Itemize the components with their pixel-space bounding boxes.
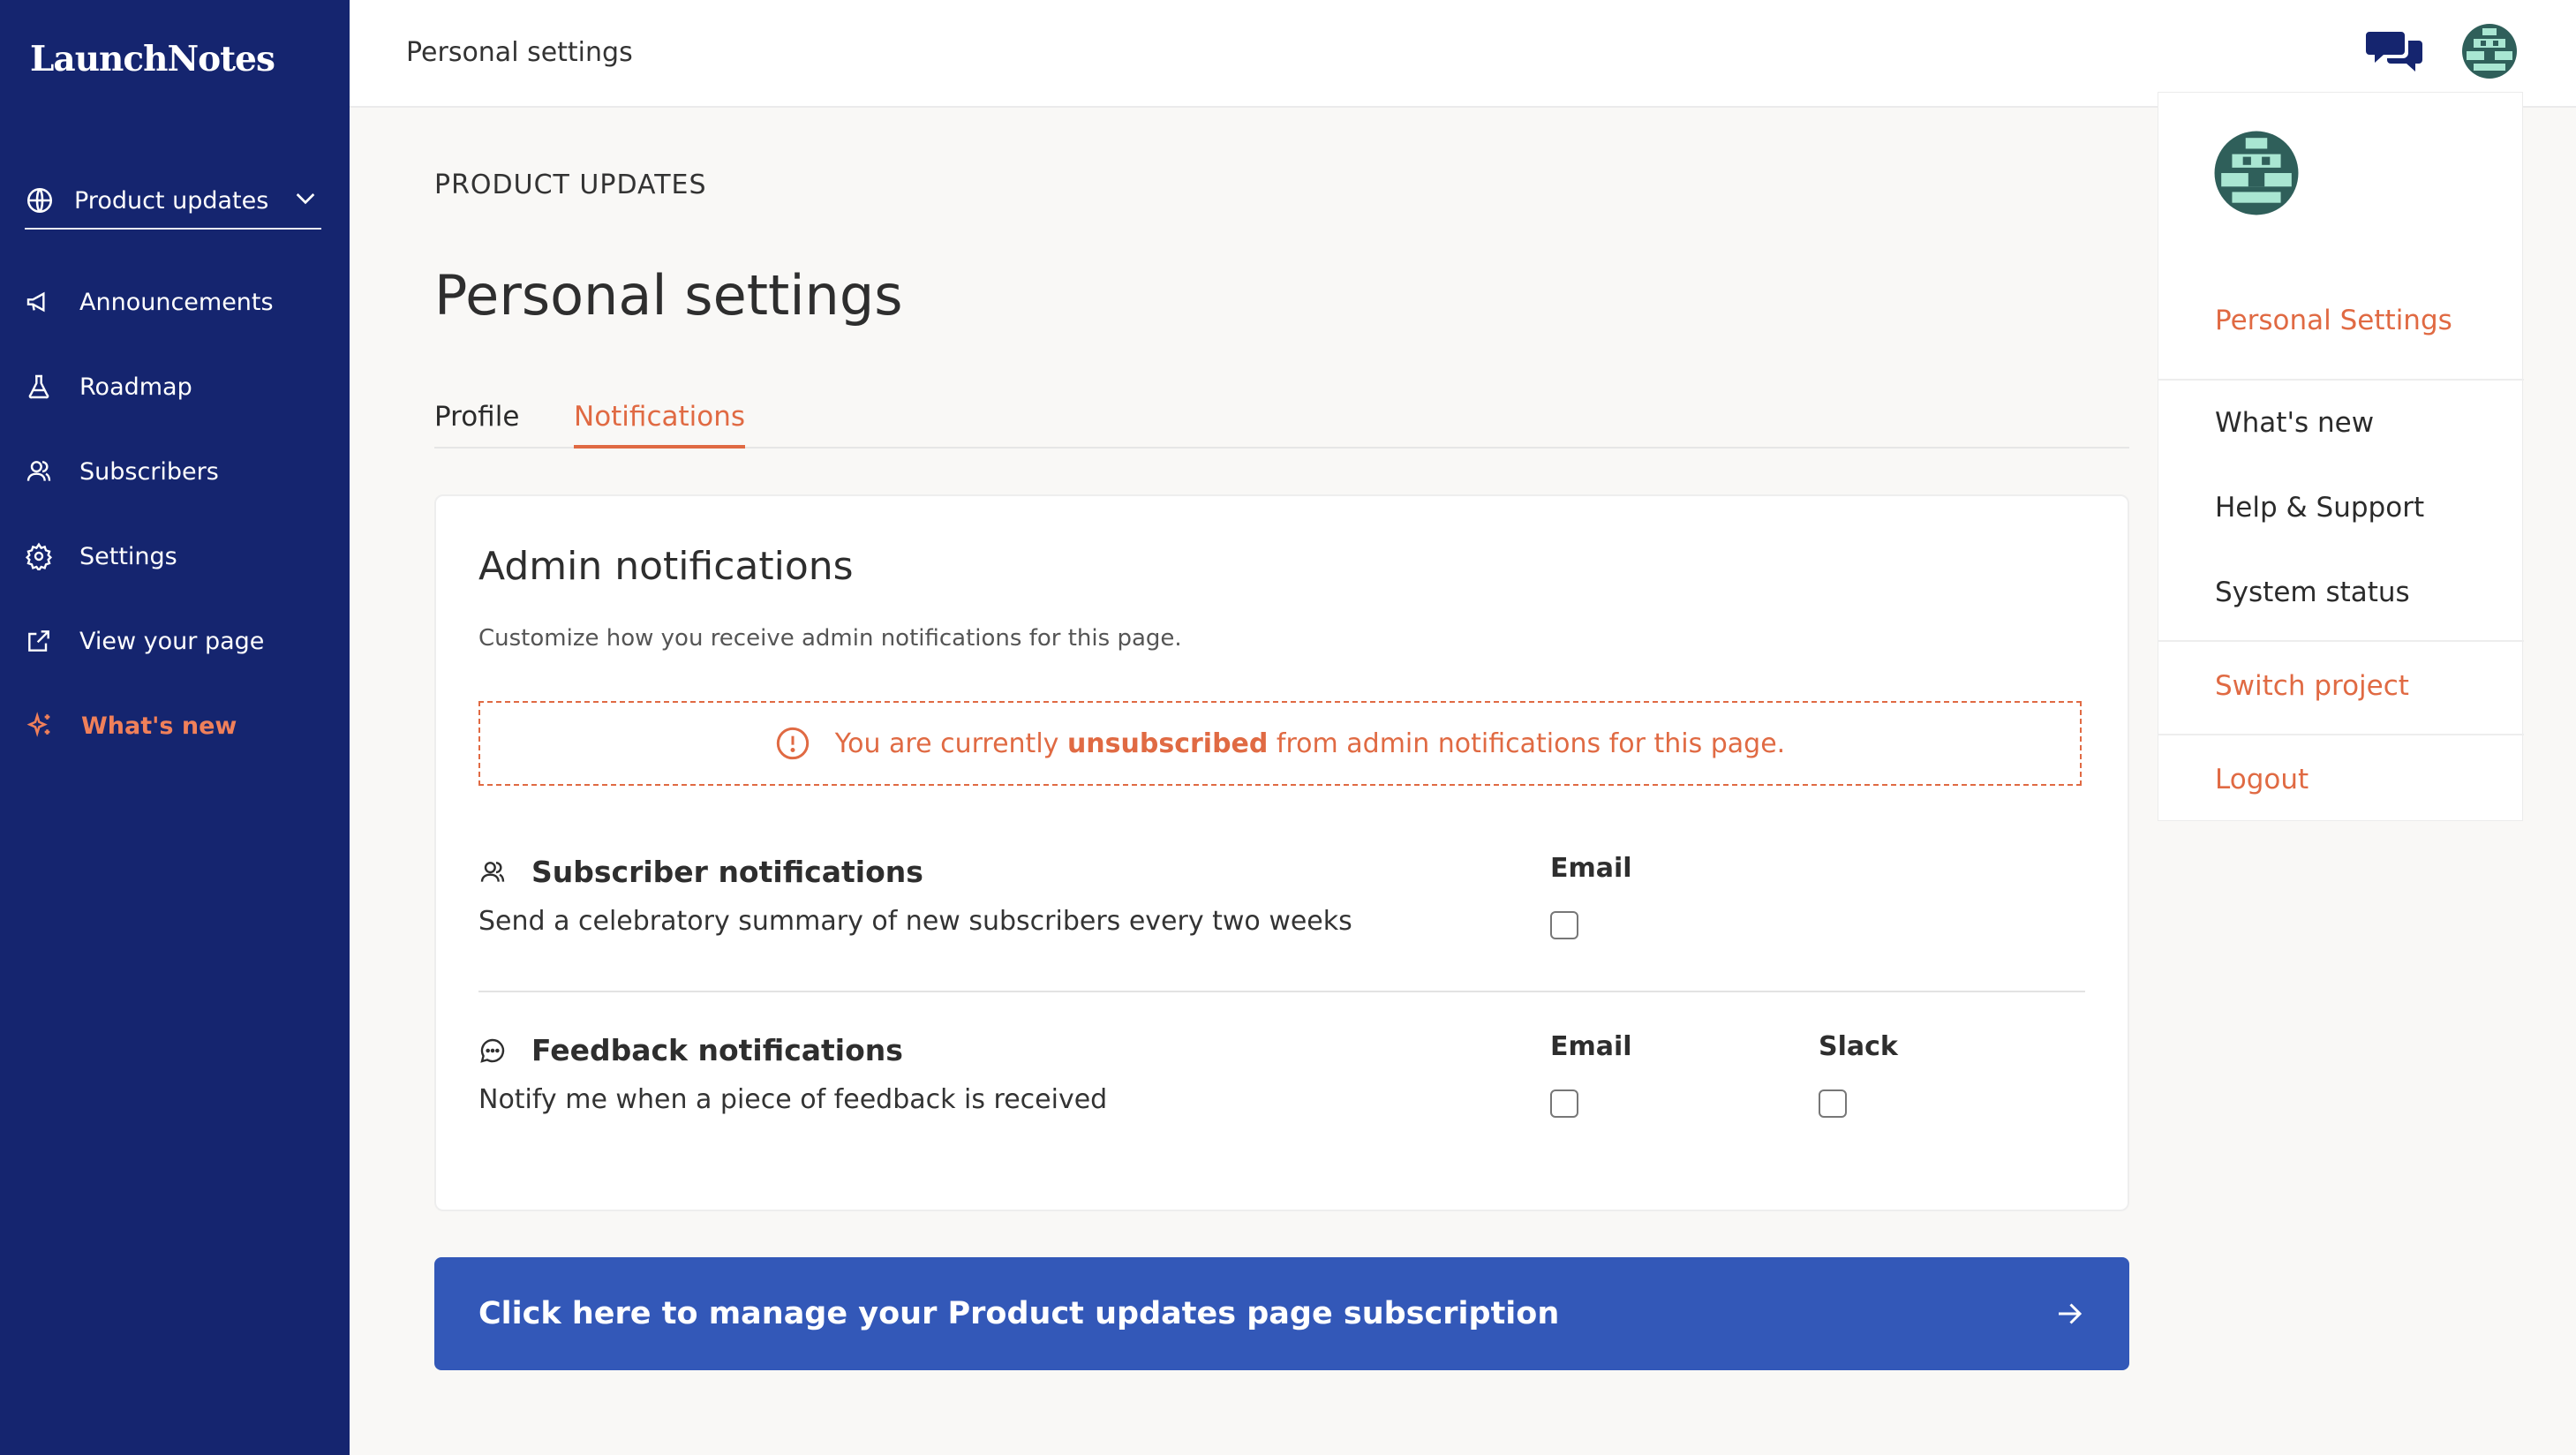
subscriber-email-checkbox[interactable] — [1550, 911, 1578, 939]
page-eyebrow: PRODUCT UPDATES — [434, 170, 707, 200]
sidebar-item-roadmap[interactable]: Roadmap — [25, 362, 325, 411]
globe-icon — [26, 187, 53, 214]
feedback-email-checkbox[interactable] — [1550, 1089, 1578, 1118]
account-menu: Personal Settings What's new Help & Supp… — [2158, 92, 2524, 821]
manage-subscription-button[interactable]: Click here to manage your Product update… — [434, 1257, 2129, 1370]
unsubscribed-alert: You are currently unsubscribed from admi… — [478, 701, 2082, 786]
chat-bubble-icon — [480, 1038, 505, 1063]
alert-text: You are currently unsubscribed from admi… — [834, 728, 1786, 759]
alert-circle-icon — [776, 727, 809, 760]
sidebar: LaunchNotes Product updates Announcement… — [0, 0, 350, 1455]
feedback-slack-checkbox[interactable] — [1819, 1089, 1847, 1118]
arrow-right-icon — [2059, 1303, 2083, 1324]
sidebar-item-label: Roadmap — [79, 373, 192, 401]
sidebar-item-label: Settings — [79, 542, 177, 570]
sidebar-item-view-page[interactable]: View your page — [25, 616, 325, 666]
subscriber-notifications-title: Subscriber notifications — [478, 855, 923, 889]
sparkle-icon — [26, 712, 50, 737]
sidebar-item-label: Subscribers — [79, 457, 219, 486]
menu-item-whats-new[interactable]: What's new — [2215, 407, 2374, 439]
project-selector[interactable]: Product updates — [25, 173, 321, 230]
feedback-notifications-desc: Notify me when a piece of feedback is re… — [478, 1084, 1108, 1115]
sidebar-item-label: View your page — [79, 627, 265, 655]
users-icon — [26, 461, 51, 481]
card-subtitle: Customize how you receive admin notifica… — [478, 625, 1182, 652]
gear-icon — [25, 542, 53, 570]
menu-item-help-support[interactable]: Help & Support — [2215, 492, 2424, 524]
menu-item-logout[interactable]: Logout — [2215, 764, 2309, 795]
feedback-slack-header: Slack — [1819, 1031, 1898, 1062]
chat-icon[interactable] — [2364, 26, 2426, 78]
menu-divider — [2158, 379, 2524, 381]
sidebar-item-settings[interactable]: Settings — [25, 531, 325, 581]
alert-emphasis: unsubscribed — [1066, 728, 1269, 759]
cta-label: Click here to manage your Product update… — [478, 1296, 1560, 1331]
flask-icon — [28, 374, 49, 399]
feedback-notifications-title: Feedback notifications — [478, 1033, 903, 1067]
card-title: Admin notifications — [478, 544, 854, 589]
user-avatar[interactable] — [2461, 23, 2518, 79]
sidebar-item-label: What's new — [81, 712, 237, 740]
subscriber-email-header: Email — [1550, 853, 1632, 884]
user-avatar-large — [2214, 131, 2299, 215]
menu-item-personal-settings[interactable]: Personal Settings — [2215, 305, 2452, 336]
sidebar-item-announcements[interactable]: Announcements — [25, 277, 325, 327]
menu-item-system-status[interactable]: System status — [2215, 577, 2410, 608]
tab-profile[interactable]: Profile — [434, 401, 519, 449]
sidebar-item-label: Announcements — [79, 288, 274, 316]
menu-divider — [2158, 640, 2524, 642]
page-title: Personal settings — [434, 263, 903, 328]
app-logo[interactable]: LaunchNotes — [30, 39, 275, 79]
sidebar-item-whats-new[interactable]: What's new — [25, 701, 325, 750]
chevron-down-icon — [296, 193, 315, 205]
external-link-icon — [28, 630, 49, 652]
tab-bar: Profile Notifications — [434, 394, 2129, 449]
tab-notifications[interactable]: Notifications — [574, 401, 746, 449]
subscriber-notifications-desc: Send a celebratory summary of new subscr… — [478, 906, 1352, 937]
menu-item-switch-project[interactable]: Switch project — [2215, 670, 2409, 702]
row-divider — [478, 991, 2085, 992]
users-icon — [480, 861, 505, 882]
feedback-email-header: Email — [1550, 1031, 1632, 1062]
project-name: Product updates — [74, 186, 269, 215]
sidebar-item-subscribers[interactable]: Subscribers — [25, 447, 325, 496]
megaphone-icon — [26, 291, 45, 313]
breadcrumb: Personal settings — [406, 37, 633, 68]
admin-notifications-card: Admin notifications Customize how you re… — [434, 494, 2129, 1211]
menu-divider — [2158, 734, 2524, 735]
